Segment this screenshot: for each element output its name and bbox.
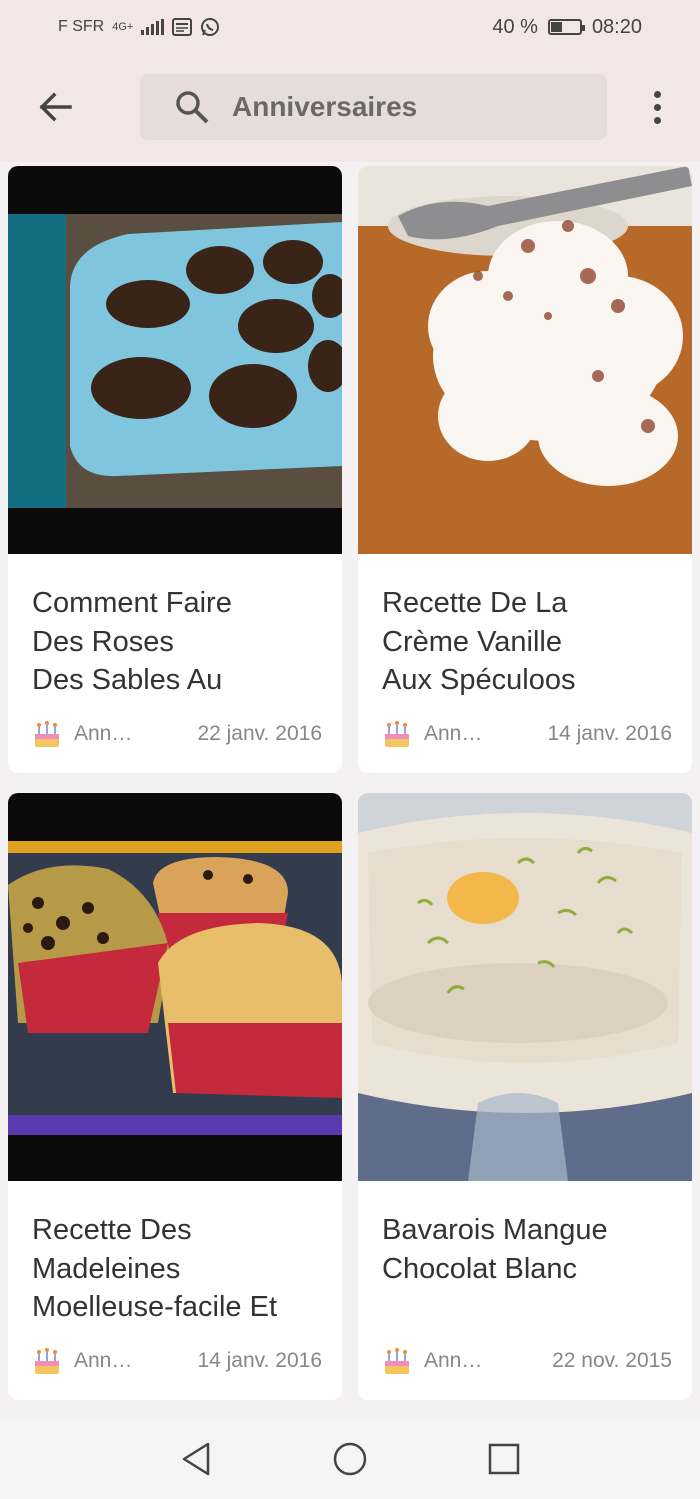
search-field[interactable]: Anniversaires [140,74,607,140]
recipe-title: Recette De La Crème Vanille Aux Spéculoo… [382,587,576,696]
app-bar: Anniversaires [0,54,700,162]
recipe-card[interactable]: Comment Faire Des Roses Des Sables Au An… [8,166,342,773]
nav-home-button[interactable] [328,1437,372,1481]
birthday-cake-icon [385,721,409,747]
recipe-card[interactable]: Recette Des Madeleines Moelleuse-facile … [8,793,342,1400]
status-left: F SFR 4G+ [58,17,220,37]
more-options-button[interactable] [640,84,674,130]
recipe-image [8,166,342,554]
recipe-category: Ann… [74,722,133,745]
recipe-date: 14 janv. 2016 [547,722,672,745]
recipe-date: 22 janv. 2016 [197,722,322,745]
recipe-card[interactable]: Bavarois Mangue Chocolat Blanc Ann… 22 n… [358,793,692,1400]
recipe-image [358,166,692,554]
recipe-date: 14 janv. 2016 [197,1349,322,1372]
network-type-label: 4G+ [112,21,134,33]
more-vertical-icon [653,90,661,98]
recipe-title: Bavarois Mangue Chocolat Blanc [382,1214,608,1285]
recipe-card[interactable]: Recette De La Crème Vanille Aux Spéculoo… [358,166,692,773]
status-bar: F SFR 4G+ 40 % 08:20 [0,0,700,54]
recipe-category: Ann… [74,1349,133,1372]
battery-percent: 40 % [492,15,538,38]
clock: 08:20 [591,15,642,38]
recipe-category: Ann… [424,722,483,745]
back-button[interactable] [32,84,78,130]
battery-icon [547,19,585,35]
recipe-category: Ann… [424,1349,483,1372]
home-circle-icon [333,1442,367,1476]
recipe-title: Comment Faire Des Roses Des Sables Au [32,587,232,696]
recipe-meta: Ann… 22 janv. 2016 [32,719,322,749]
carrier-label: F SFR [58,18,105,35]
system-nav-bar [0,1419,700,1499]
recents-square-icon [488,1443,520,1475]
arrow-left-icon [39,92,72,122]
signal-icon [141,19,165,35]
recipe-meta: Ann… 22 nov. 2015 [382,1346,672,1376]
recipe-grid: Comment Faire Des Roses Des Sables Au An… [8,166,692,1400]
birthday-cake-icon [35,721,59,747]
nav-back-button[interactable] [174,1437,218,1481]
recipe-image [358,793,692,1181]
back-triangle-icon [182,1442,210,1476]
search-icon [176,91,209,124]
birthday-cake-icon [385,1348,409,1374]
news-icon [172,18,193,36]
recipe-date: 22 nov. 2015 [552,1349,672,1372]
nav-recents-button[interactable] [482,1437,526,1481]
recipe-meta: Ann… 14 janv. 2016 [32,1346,322,1376]
recipe-title: Recette Des Madeleines Moelleuse-facile … [32,1214,277,1323]
whatsapp-icon [201,18,220,36]
birthday-cake-icon [35,1348,59,1374]
status-right: 40 % 08:20 [492,16,642,39]
recipe-meta: Ann… 14 janv. 2016 [382,719,672,749]
search-query: Anniversaires [232,91,418,122]
recipe-image [8,793,342,1181]
